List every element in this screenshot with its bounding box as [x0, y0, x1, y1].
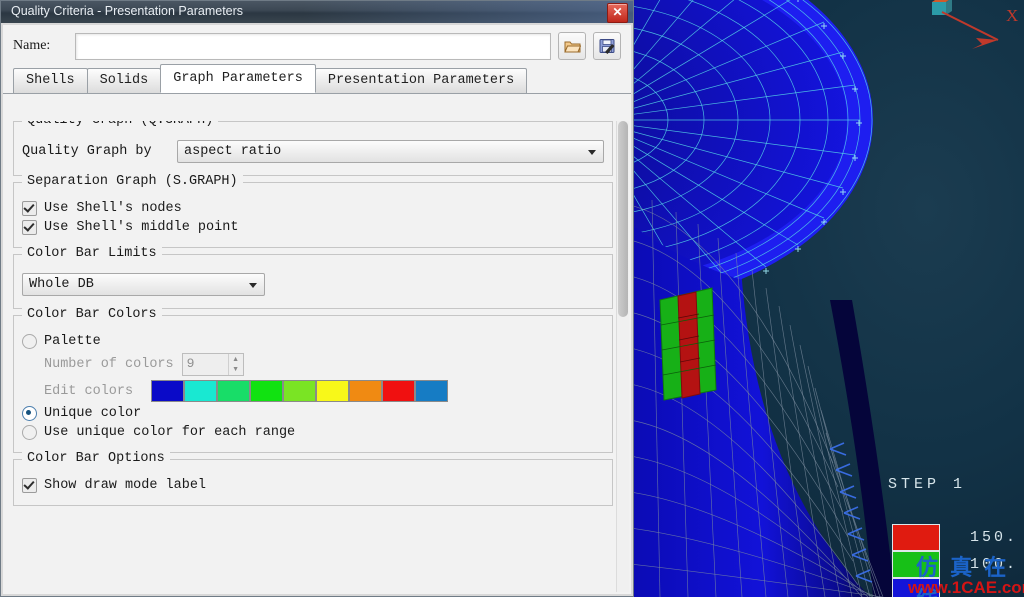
color-swatch[interactable]	[415, 380, 449, 402]
chevron-down-icon	[249, 283, 257, 288]
save-as-icon[interactable]	[593, 32, 621, 60]
group-quality-graph: Quality Graph (Q.GRAPH) Quality Graph by…	[13, 121, 613, 176]
quality-graph-by-select[interactable]: aspect ratio	[177, 140, 604, 163]
color-swatch-row[interactable]	[151, 380, 449, 402]
radio-unique-color[interactable]: Unique color	[22, 406, 604, 421]
color-swatch[interactable]	[184, 380, 218, 402]
radio-label: Use unique color for each range	[44, 425, 296, 440]
radio-icon[interactable]	[22, 425, 37, 440]
color-swatch[interactable]	[382, 380, 416, 402]
radio-palette[interactable]: Palette	[22, 334, 604, 349]
color-swatch[interactable]	[217, 380, 251, 402]
stepper-down-icon[interactable]: ▼	[229, 365, 243, 376]
folder-open-icon[interactable]	[558, 32, 586, 60]
color-swatch[interactable]	[349, 380, 383, 402]
panel-scrollbar[interactable]	[616, 121, 629, 592]
scrollbar-thumb[interactable]	[618, 121, 628, 317]
color-swatch[interactable]	[316, 380, 350, 402]
checkbox-use-shells-nodes[interactable]: Use Shell's nodes	[22, 201, 604, 216]
dialog-titlebar[interactable]: Quality Criteria - Presentation Paramete…	[1, 1, 633, 24]
step-label: STEP 1	[888, 476, 967, 493]
radio-label: Palette	[44, 334, 101, 349]
close-icon[interactable]: ✕	[607, 3, 628, 23]
number-of-colors-stepper[interactable]: 9 ▲ ▼	[181, 353, 244, 376]
legend-swatch-red	[892, 524, 940, 551]
checkbox-icon[interactable]	[22, 478, 37, 493]
checkbox-icon[interactable]	[22, 201, 37, 216]
quality-graph-by-value: aspect ratio	[184, 144, 282, 159]
tab-presentation-parameters[interactable]: Presentation Parameters	[314, 68, 528, 93]
color-bar-limits-select[interactable]: Whole DB	[22, 273, 265, 296]
radio-icon[interactable]	[22, 406, 37, 421]
name-input[interactable]	[75, 32, 551, 60]
3d-viewport[interactable]: X STEP 1 150. 100. 仿 真 在 线 www.1CAE.com	[630, 0, 1024, 597]
tab-bar: Shells Solids Graph Parameters Presentat…	[3, 64, 631, 94]
stepper-up-icon[interactable]: ▲	[229, 354, 243, 365]
group-label-quality-graph: Quality Graph (Q.GRAPH)	[22, 121, 219, 128]
group-label-color-bar-colors: Color Bar Colors	[22, 307, 162, 322]
checkbox-icon[interactable]	[22, 220, 37, 235]
mesh-model	[630, 0, 999, 597]
group-label-color-bar-options: Color Bar Options	[22, 451, 170, 466]
selected-element-patch	[659, 287, 717, 401]
graph-parameters-panel: 1CAE.COM Quality Graph (Q.GRAPH) Quality…	[13, 121, 613, 592]
dialog-body: Name: Shells Solids Graph Parameters Pre…	[1, 23, 633, 596]
radio-unique-color-each-range[interactable]: Use unique color for each range	[22, 425, 604, 440]
name-row: Name:	[3, 25, 631, 67]
watermark-url: www.1CAE.com	[908, 578, 1024, 597]
checkbox-label: Use Shell's middle point	[44, 220, 239, 235]
tab-graph-parameters[interactable]: Graph Parameters	[160, 64, 316, 93]
color-swatch[interactable]	[283, 380, 317, 402]
number-of-colors-label: Number of colors	[44, 357, 174, 372]
color-swatch[interactable]	[151, 380, 185, 402]
checkbox-label: Show draw mode label	[44, 478, 207, 493]
checkbox-show-draw-mode-label[interactable]: Show draw mode label	[22, 478, 604, 493]
tab-solids[interactable]: Solids	[86, 68, 162, 93]
group-color-bar-limits: Color Bar Limits Whole DB	[13, 246, 613, 309]
tab-shells[interactable]: Shells	[13, 68, 88, 93]
edit-colors-label: Edit colors	[44, 383, 134, 399]
name-label: Name:	[13, 38, 51, 53]
legend-value: 150.	[970, 529, 1019, 546]
group-label-color-bar-limits: Color Bar Limits	[22, 246, 162, 261]
radio-icon[interactable]	[22, 334, 37, 349]
axis-label-x: X	[1006, 6, 1019, 25]
legend-item: 150.	[892, 524, 1018, 551]
radio-label: Unique color	[44, 406, 142, 421]
color-bar-limits-value: Whole DB	[29, 277, 94, 292]
number-of-colors-value: 9	[186, 356, 195, 371]
color-swatch[interactable]	[250, 380, 284, 402]
titlebar-sheen	[303, 1, 633, 23]
quality-criteria-dialog: Quality Criteria - Presentation Paramete…	[0, 0, 634, 597]
group-color-bar-options: Color Bar Options Show draw mode label	[13, 451, 613, 506]
group-separation-graph: Separation Graph (S.GRAPH) Use Shell's n…	[13, 174, 613, 248]
group-label-separation-graph: Separation Graph (S.GRAPH)	[22, 174, 243, 189]
chevron-down-icon	[588, 150, 596, 155]
axis-gizmo	[932, 0, 999, 49]
checkbox-use-shells-middle-point[interactable]: Use Shell's middle point	[22, 220, 604, 235]
checkbox-label: Use Shell's nodes	[44, 201, 182, 216]
dialog-title: Quality Criteria - Presentation Paramete…	[11, 4, 244, 18]
quality-graph-by-label: Quality Graph by	[22, 144, 152, 159]
group-color-bar-colors: Color Bar Colors Palette Number of color…	[13, 307, 613, 453]
